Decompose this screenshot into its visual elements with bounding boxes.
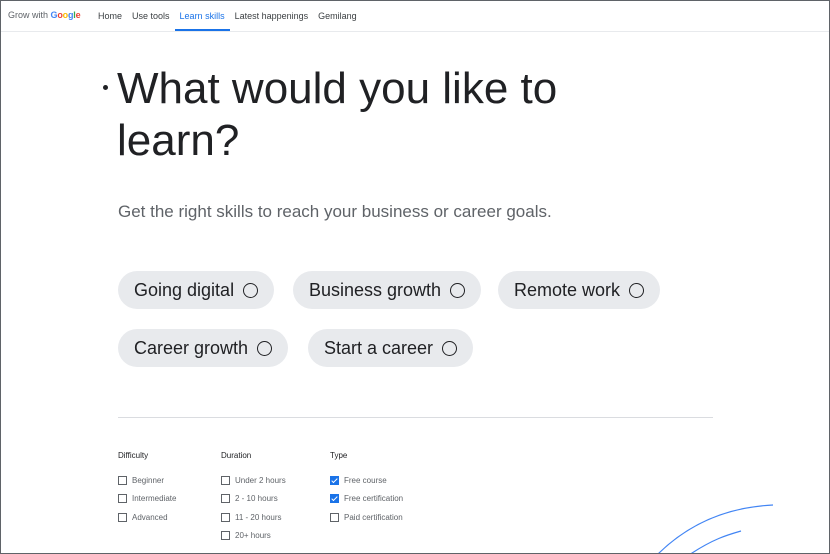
grow-with-google-logo[interactable]: Grow with Google [8, 10, 81, 20]
radio-circle-icon [442, 340, 458, 356]
filter-option-under-2-hours[interactable]: Under 2 hours [221, 476, 286, 485]
nav-item-learn-skills[interactable]: Learn skills [174, 1, 230, 31]
option-label: Paid certification [344, 513, 403, 522]
page-title: What would you like to learn? [117, 64, 558, 165]
filter-heading-duration: Duration [221, 451, 252, 460]
option-label: Beginner [132, 476, 165, 485]
checkbox[interactable] [330, 513, 339, 522]
checkbox-checked[interactable] [330, 476, 339, 485]
radio-circle-icon [257, 340, 273, 356]
filter-option-advanced[interactable]: Advanced [118, 513, 168, 522]
checkbox[interactable] [221, 476, 230, 485]
checkbox[interactable] [118, 476, 127, 485]
arc-outer [658, 504, 774, 553]
filter-option-2-10-hours[interactable]: 2 - 10 hours [221, 494, 278, 503]
option-label: Intermediate [132, 494, 177, 503]
arc-inner [691, 530, 742, 553]
bullet-dot [103, 85, 108, 90]
topic-going-digital[interactable]: Going digital [118, 271, 275, 309]
radio-circle-icon [450, 282, 466, 298]
radio-circle-icon [629, 282, 645, 298]
option-label: 2 - 10 hours [235, 494, 278, 503]
nav-item-latest-happenings[interactable]: Latest happenings [230, 1, 314, 31]
nav-links: Home Use tools Learn skills Latest happe… [98, 1, 362, 31]
nav-item-use-tools[interactable]: Use tools [127, 1, 175, 31]
logo-prefix: Grow with [8, 10, 49, 20]
topic-label: Remote work [514, 279, 621, 300]
topic-start-a-career[interactable]: Start a career [308, 329, 474, 367]
nav-item-home[interactable]: Home [98, 1, 127, 31]
filter-option-beginner[interactable]: Beginner [118, 476, 164, 485]
topic-label: Business growth [309, 279, 442, 300]
topic-remote-work[interactable]: Remote work [498, 271, 661, 309]
filter-heading-type: Type [330, 451, 348, 460]
option-label: Advanced [132, 513, 168, 522]
filter-option-intermediate[interactable]: Intermediate [118, 494, 176, 503]
filter-option-20-plus-hours[interactable]: 20+ hours [221, 531, 271, 540]
topic-label: Career growth [134, 337, 249, 358]
checkbox[interactable] [118, 513, 127, 522]
radio-circle-icon [243, 282, 259, 298]
topic-business-growth[interactable]: Business growth [293, 271, 482, 309]
checkbox-checked[interactable] [330, 494, 339, 503]
filter-option-free-certification[interactable]: Free certification [330, 494, 403, 503]
page-frame: Grow with Google Home Use tools Learn sk… [0, 0, 830, 554]
top-navigation: Grow with Google Home Use tools Learn sk… [1, 1, 829, 32]
topic-career-growth[interactable]: Career growth [118, 329, 289, 367]
decorative-arcs [658, 504, 774, 553]
filter-option-free-course[interactable]: Free course [330, 476, 387, 485]
option-label: Free course [344, 476, 387, 485]
option-label: Under 2 hours [235, 476, 286, 485]
checkbox[interactable] [118, 494, 127, 503]
option-label: 20+ hours [235, 531, 271, 540]
filter-option-paid-certification[interactable]: Paid certification [330, 513, 403, 522]
checkbox[interactable] [221, 494, 230, 503]
option-label: 11 - 20 hours [235, 513, 282, 522]
page-subtitle: Get the right skills to reach your busin… [118, 202, 552, 221]
filter-option-11-20-hours[interactable]: 11 - 20 hours [221, 513, 282, 522]
filter-heading-difficulty: Difficulty [118, 451, 149, 460]
section-divider [118, 417, 713, 418]
option-label: Free certification [344, 494, 404, 503]
topic-label: Going digital [134, 279, 235, 300]
checkbox[interactable] [221, 531, 230, 540]
checkbox[interactable] [221, 513, 230, 522]
google-wordmark: Google [50, 10, 81, 20]
topic-label: Start a career [324, 337, 434, 358]
nav-item-gemilang[interactable]: Gemilang [313, 1, 362, 31]
